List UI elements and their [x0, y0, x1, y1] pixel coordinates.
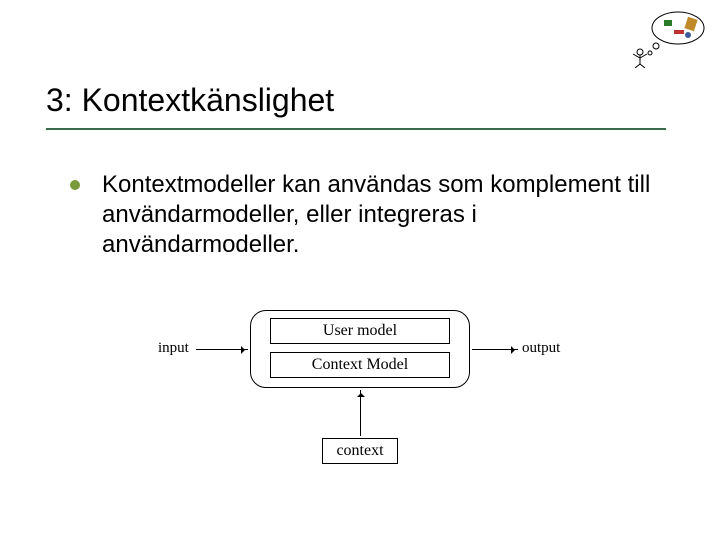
body-area: Kontextmodeller kan användas som komplem…	[70, 170, 660, 260]
diagram-output-label: output	[522, 340, 560, 357]
corner-clipart	[628, 8, 708, 68]
bullet-dot-icon	[70, 180, 80, 190]
slide: 3: Kontextkänslighet Kontextmodeller kan…	[0, 0, 720, 540]
arrow-context	[360, 390, 361, 436]
slide-title: 3: Kontextkänslighet	[46, 82, 666, 119]
diagram-context-model-box: Context Model	[270, 352, 450, 378]
diagram: input output User model Context Model co…	[140, 300, 580, 490]
diagram-user-model-label: User model	[323, 322, 397, 340]
bullet-item: Kontextmodeller kan användas som komplem…	[70, 170, 660, 260]
diagram-context-label: context	[336, 442, 383, 460]
diagram-context-box: context	[322, 438, 398, 464]
diagram-input-label: input	[158, 340, 189, 357]
title-underline	[46, 128, 666, 130]
bullet-text: Kontextmodeller kan användas som komplem…	[102, 170, 660, 260]
arrow-output	[472, 349, 518, 350]
arrow-input	[196, 349, 248, 350]
diagram-context-model-label: Context Model	[312, 356, 408, 374]
diagram-user-model-box: User model	[270, 318, 450, 344]
title-area: 3: Kontextkänslighet	[46, 82, 666, 119]
